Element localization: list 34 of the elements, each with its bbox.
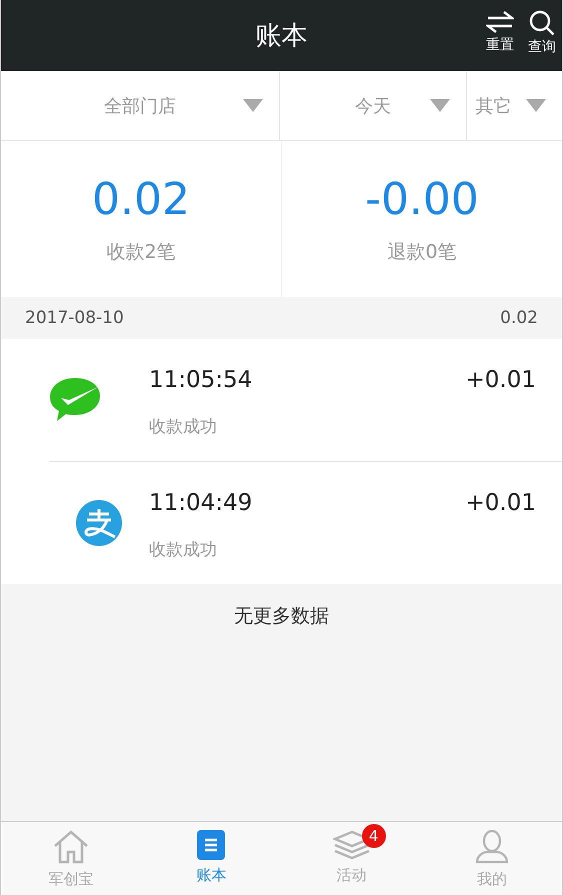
count-caption: 退款0笔 xyxy=(387,240,457,264)
dropdown-caret-icon xyxy=(242,99,263,112)
layers-icon xyxy=(332,830,371,860)
page-title: 账本 xyxy=(256,20,308,53)
transaction-status: 收款成功 xyxy=(149,416,217,438)
reset-button[interactable]: 重置 xyxy=(486,10,514,56)
group-total: 0.02 xyxy=(500,308,538,328)
total-amount: 0.02 xyxy=(92,174,190,224)
transaction-amount: +0.01 xyxy=(466,490,536,516)
nav-tab[interactable]: 我的 xyxy=(422,822,562,895)
list-icon xyxy=(197,830,226,860)
nav-tab[interactable]: 军创宝 xyxy=(1,822,142,895)
transaction-row[interactable]: 11:04:49 收款成功 +0.01 xyxy=(49,461,562,584)
swap-arrows-icon xyxy=(486,10,514,34)
dropdown-caret-icon xyxy=(430,99,450,112)
notification-badge: 4 xyxy=(362,824,386,848)
payment-circle-icon xyxy=(75,499,123,547)
nav-tab[interactable]: 活动 4 xyxy=(282,822,422,895)
count-caption: 收款2笔 xyxy=(106,240,176,264)
transaction-time: 11:04:49 xyxy=(149,490,252,516)
search-button[interactable]: 查询 xyxy=(528,10,556,56)
chat-check-icon xyxy=(49,376,101,424)
nav-tab[interactable]: 账本 xyxy=(141,822,282,895)
dropdown-caret-icon xyxy=(526,99,546,112)
person-icon xyxy=(474,830,509,864)
transaction-status: 收款成功 xyxy=(149,539,217,561)
end-note: 无更多数据 xyxy=(234,604,329,629)
group-date: 2017-08-10 xyxy=(25,308,124,328)
house-icon xyxy=(53,830,90,864)
total-amount: -0.00 xyxy=(365,174,479,224)
transaction-time: 11:05:54 xyxy=(149,367,252,393)
transaction-amount: +0.01 xyxy=(466,367,536,393)
search-icon xyxy=(529,10,555,36)
transaction-row[interactable]: 11:05:54 收款成功 +0.01 xyxy=(1,339,562,461)
